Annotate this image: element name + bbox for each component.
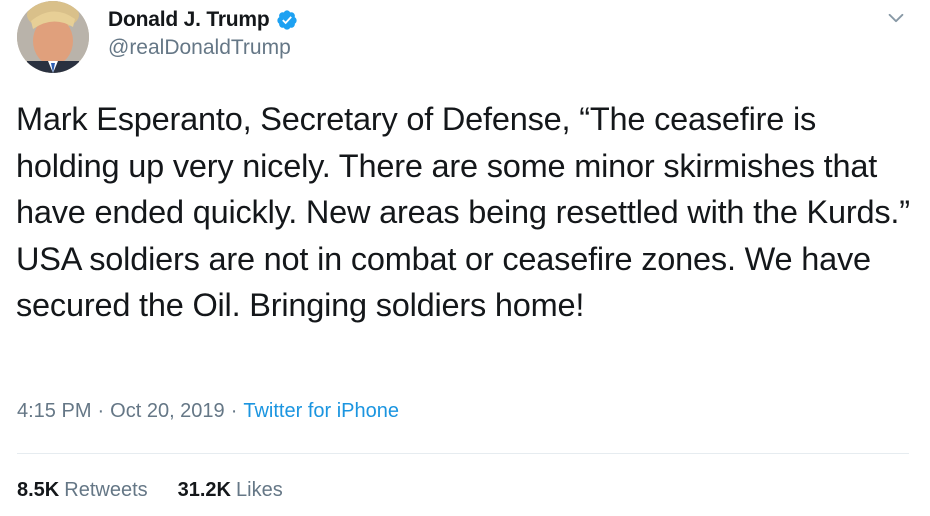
meta-separator: · [97, 400, 105, 422]
tweet-date[interactable]: Oct 20, 2019 [110, 400, 225, 423]
retweets-count: 8.5K [17, 479, 60, 501]
tweet-text: Mark Esperanto, Secretary of Defense, “T… [16, 101, 910, 323]
meta-separator: · [230, 400, 238, 422]
likes-stat[interactable]: 31.2K Likes [178, 479, 283, 502]
profile-avatar[interactable] [17, 1, 89, 73]
tweet-metadata: 4:15 PM · Oct 20, 2019 · Twitter for iPh… [17, 400, 399, 423]
tweet-stats: 8.5K Retweets 31.2K Likes [17, 479, 313, 502]
retweets-label: Retweets [64, 479, 148, 501]
tweet-card: Donald J. Trump @realDonaldTrump Mark Es… [0, 0, 930, 516]
chevron-down-icon[interactable] [885, 7, 907, 29]
avatar-image [17, 1, 89, 73]
tweet-source-link[interactable]: Twitter for iPhone [243, 400, 399, 423]
likes-label: Likes [236, 479, 283, 501]
tweet-time[interactable]: 4:15 PM [17, 400, 91, 423]
likes-count: 31.2K [177, 479, 231, 501]
retweets-stat[interactable]: 8.5K Retweets [17, 479, 148, 502]
author-name-row: Donald J. Trump [108, 6, 298, 34]
divider [17, 453, 909, 454]
verified-badge-icon [276, 10, 297, 30]
author-handle[interactable]: @realDonaldTrump [108, 36, 291, 60]
author-display-name[interactable]: Donald J. Trump [108, 8, 270, 32]
